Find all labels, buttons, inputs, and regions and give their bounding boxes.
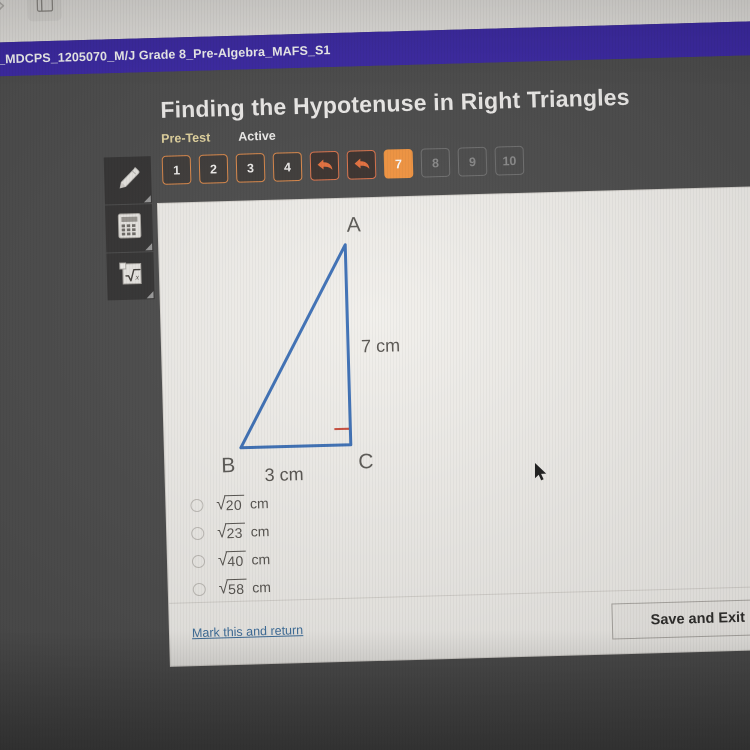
question-nav-item-7[interactable]: 7 xyxy=(383,148,414,179)
mark-this-and-return-link[interactable]: Mark this and return xyxy=(192,623,304,640)
radio-button[interactable] xyxy=(191,526,205,540)
side-label-ac: 7 cm xyxy=(361,335,401,356)
browser-forward-button[interactable] xyxy=(0,0,18,23)
question-nav-item-6[interactable] xyxy=(346,149,377,180)
triangle-figure: A B C 7 cm 3 cm xyxy=(196,200,454,492)
answer-option-3[interactable]: √ 40 cm xyxy=(191,545,271,575)
calculator-icon xyxy=(116,211,143,245)
screenshot-root: 018_MDCPS_1205070_M/J Grade 8_Pre-Algebr… xyxy=(0,0,750,750)
radicand: 20 xyxy=(224,494,245,514)
question-nav-item-2[interactable]: 2 xyxy=(198,154,229,184)
radio-button[interactable] xyxy=(191,554,206,568)
mouse-pointer-icon xyxy=(534,462,550,488)
square-root-icon: x xyxy=(116,259,145,293)
radicand: 23 xyxy=(225,522,245,542)
vertex-label-b: B xyxy=(221,454,236,477)
square-root-expression: √ 40 xyxy=(218,550,246,570)
calculator-tool[interactable] xyxy=(105,204,154,253)
square-root-expression: √ 20 xyxy=(216,494,245,514)
formula-tool[interactable]: x xyxy=(106,252,155,301)
question-nav: 1 2 3 4 7 8 9 10 xyxy=(161,145,525,185)
question-nav-item-9[interactable]: 9 xyxy=(457,146,488,177)
save-and-exit-button[interactable]: Save and Exit xyxy=(611,598,750,640)
highlighter-tool[interactable] xyxy=(103,156,152,205)
question-nav-item-3[interactable]: 3 xyxy=(235,152,266,183)
status-badge: Active xyxy=(238,128,276,144)
pencil-icon xyxy=(112,162,143,198)
question-nav-item-8[interactable]: 8 xyxy=(420,147,451,178)
vertex-label-c: C xyxy=(358,450,374,473)
question-nav-item-4[interactable]: 4 xyxy=(272,151,303,182)
question-nav-label: 1 xyxy=(172,162,181,178)
vertex-label-a: A xyxy=(346,213,361,236)
answer-choices: √ 20 cm √ 23 cm √ 40 cm √ 58 cm xyxy=(190,489,271,603)
question-nav-label: 4 xyxy=(283,159,292,174)
chevron-right-icon xyxy=(0,0,7,18)
question-nav-label: 8 xyxy=(431,155,440,170)
question-nav-label: 9 xyxy=(468,154,477,169)
question-card: A B C 7 cm 3 cm √ 20 cm √ 23 cm √ 40 cm … xyxy=(158,186,750,666)
svg-text:x: x xyxy=(134,273,139,282)
question-nav-item-10[interactable]: 10 xyxy=(494,145,525,176)
square-root-expression: √ 58 xyxy=(218,578,247,598)
course-title: 018_MDCPS_1205070_M/J Grade 8_Pre-Algebr… xyxy=(0,43,331,67)
answer-option-label: √ 40 cm xyxy=(218,550,271,569)
answer-option-label: √ 23 cm xyxy=(217,522,270,541)
tool-rail: x xyxy=(103,156,155,301)
question-nav-label: 7 xyxy=(394,156,403,171)
answer-option-label: √ 20 cm xyxy=(216,494,269,513)
back-arrow-icon xyxy=(352,156,370,174)
question-nav-item-5[interactable] xyxy=(309,150,340,181)
page-title: Finding the Hypotenuse in Right Triangle… xyxy=(160,83,631,123)
unit-label: cm xyxy=(249,495,269,512)
answer-option-label: √ 58 cm xyxy=(218,578,272,598)
unit-label: cm xyxy=(251,551,271,568)
side-label-bc: 3 cm xyxy=(264,464,304,485)
back-arrow-icon xyxy=(315,157,333,175)
answer-option-1[interactable]: √ 20 cm xyxy=(190,489,269,519)
unit-label: cm xyxy=(250,523,270,540)
unit-label: cm xyxy=(252,578,272,596)
question-nav-label: 3 xyxy=(246,160,255,175)
radio-button[interactable] xyxy=(190,498,204,512)
sidebar-toggle-icon xyxy=(36,0,54,17)
answer-option-4[interactable]: √ 58 cm xyxy=(192,573,271,603)
tilted-screen-content: 018_MDCPS_1205070_M/J Grade 8_Pre-Algebr… xyxy=(0,0,750,750)
answer-option-2[interactable]: √ 23 cm xyxy=(191,517,270,547)
sidebar-toggle-button[interactable] xyxy=(27,0,62,22)
assessment-app-body: Finding the Hypotenuse in Right Triangle… xyxy=(0,54,750,750)
question-nav-label: 2 xyxy=(209,161,218,177)
square-root-expression: √ 23 xyxy=(217,522,245,542)
assessment-type-label: Pre-Test xyxy=(160,130,211,146)
assessment-status-row: Pre-Test Active xyxy=(161,129,276,146)
radicand: 58 xyxy=(226,578,247,598)
question-nav-label: 10 xyxy=(502,153,517,168)
radio-button[interactable] xyxy=(192,582,206,596)
question-nav-item-1[interactable]: 1 xyxy=(161,155,192,185)
radicand: 40 xyxy=(226,550,246,570)
